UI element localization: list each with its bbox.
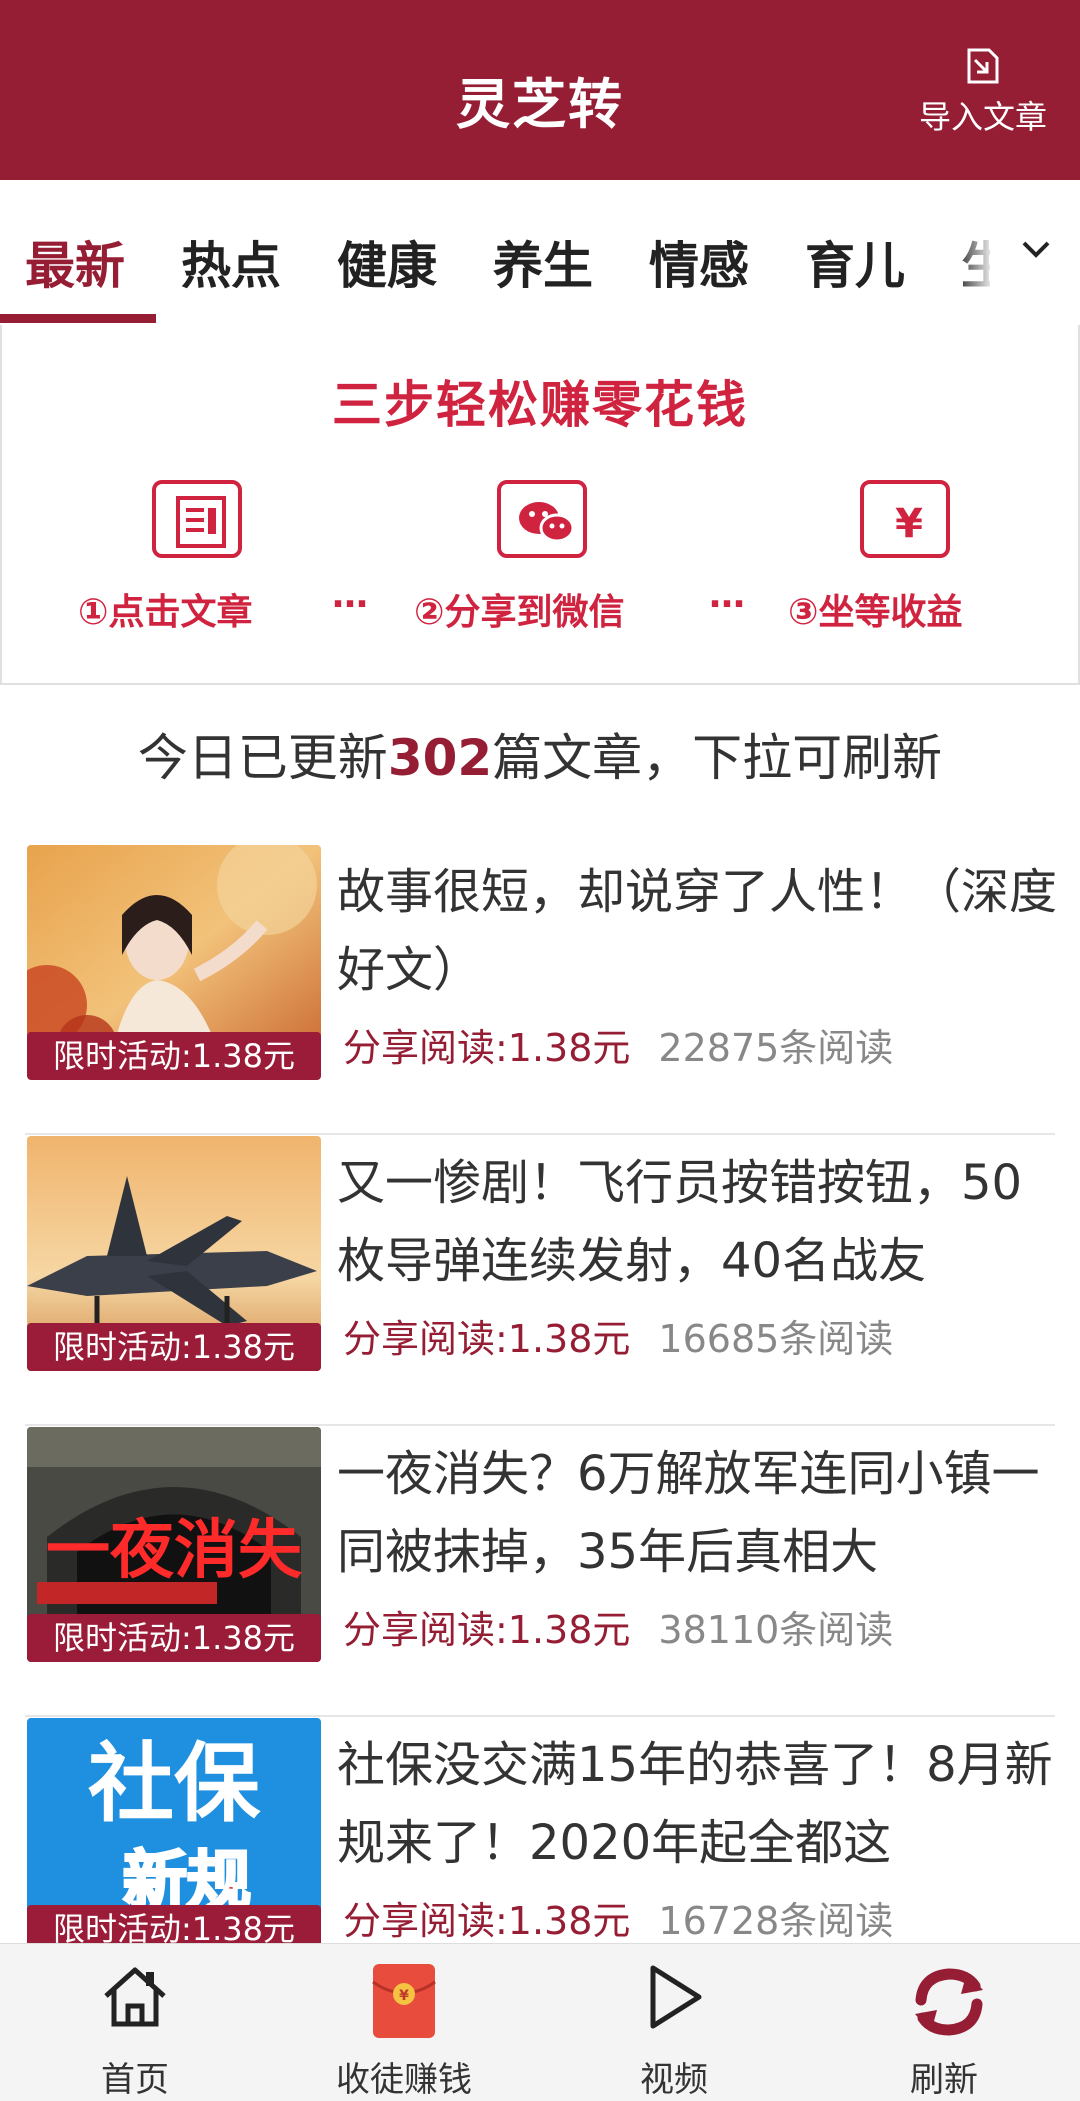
category-tabs: 最新 热点 健康 养生 情感 育儿 生 [0,180,1080,325]
article-thumbnail: 社保 新规 限时活动:1.38元 [27,1718,321,1953]
nav-video-label: 视频 [640,2060,708,2100]
refresh-icon [915,1968,983,2036]
share-reward: 分享阅读:1.38元 [343,1608,631,1652]
tab-fade [955,220,995,290]
nav-recruit-label: 收徒赚钱 [336,2060,472,2100]
nav-home[interactable]: 首页 [35,1944,235,2101]
divider [25,1715,1055,1717]
article-meta: 分享阅读:1.38元 16685条阅读 [343,1308,893,1363]
tab-health[interactable]: 健康 [337,226,437,298]
update-notice: 今日已更新302篇文章，下拉可刷新 [0,718,1080,790]
divider [25,1133,1055,1135]
active-tab-indicator [0,314,156,323]
app-header: 灵芝转 导入文章 [0,0,1080,180]
play-icon [650,1965,702,2029]
share-reward: 分享阅读:1.38元 [343,1317,631,1361]
home-icon [104,1967,166,2027]
thumb-text: 社保 [88,1734,261,1834]
read-count: 16685条阅读 [658,1317,894,1361]
promo-badge: 限时活动:1.38元 [27,1323,321,1371]
article-title: 社保没交满15年的恭喜了！8月新规来了！2020年起全都这 [337,1737,1053,1871]
article-meta: 分享阅读:1.38元 38110条阅读 [343,1599,893,1654]
banner-title: 三步轻松赚零花钱 [332,376,748,434]
article-title: 又一惨剧！飞行员按错按钮，50枚导弹连续发射，40名战友 [337,1155,1023,1289]
tabs-expand-button[interactable] [990,210,1080,295]
article-title: 故事很短，却说穿了人性！（深度好文） [337,864,1057,998]
notice-count: 302 [387,729,493,787]
article-item[interactable]: 限时活动:1.38元 故事很短，却说穿了人性！（深度好文） 分享阅读:1.38元… [0,845,1080,1135]
promo-badge: 限时活动:1.38元 [27,1032,321,1080]
article-title: 一夜消失？6万解放军连同小镇一同被抹掉，35年后真相大 [337,1446,1040,1580]
article-icon [152,480,242,558]
step-separator-2: … [709,575,745,616]
nav-refresh[interactable]: 刷新 [844,1944,1044,2101]
step-separator: … [332,575,368,616]
share-reward: 分享阅读:1.38元 [343,1026,631,1070]
nav-home-label: 首页 [101,2060,169,2100]
svg-text:¥: ¥ [399,1988,409,2004]
step-1-label: ①点击文章 [78,592,253,633]
article-item[interactable]: 限时活动:1.38元 又一惨剧！飞行员按错按钮，50枚导弹连续发射，40名战友 … [0,1136,1080,1426]
yuan-icon: ¥ [860,480,950,558]
article-thumbnail: 限时活动:1.38元 [27,1136,321,1371]
step-2-label: ②分享到微信 [414,592,625,633]
import-article-button[interactable]: 导入文章 [908,44,1058,154]
thumb-text: 一夜消失 [46,1514,303,1588]
import-icon [967,48,999,84]
notice-prefix: 今日已更新 [137,729,388,787]
tab-latest[interactable]: 最新 [25,226,125,298]
wechat-icon [497,480,587,558]
promo-badge: 限时活动:1.38元 [27,1614,321,1662]
earn-guide-banner[interactable]: 三步轻松赚零花钱 ①点击文章 … ②分享到微信 … ¥ ③坐等收益 [0,325,1080,685]
step-3-label: ③坐等收益 [788,592,963,633]
tab-wellness[interactable]: 养生 [493,226,593,298]
read-count: 38110条阅读 [658,1608,894,1652]
nav-refresh-label: 刷新 [910,2060,978,2100]
tab-emotion[interactable]: 情感 [649,226,749,298]
nav-recruit[interactable]: ¥ 收徒赚钱 [304,1944,504,2101]
article-meta: 分享阅读:1.38元 22875条阅读 [343,1017,893,1072]
read-count: 16728条阅读 [658,1899,894,1943]
red-envelope-icon: ¥ [372,1964,436,2038]
bottom-navigation: 首页 ¥ 收徒赚钱 视频 刷新 [0,1943,1080,2101]
share-reward: 分享阅读:1.38元 [343,1899,631,1943]
nav-video[interactable]: 视频 [574,1944,774,2101]
article-item[interactable]: 一夜消失 限时活动:1.38元 一夜消失？6万解放军连同小镇一同被抹掉，35年后… [0,1427,1080,1717]
divider [25,1424,1055,1426]
article-thumbnail: 限时活动:1.38元 [27,845,321,1080]
chevron-down-icon [1022,241,1050,258]
notice-suffix: 篇文章，下拉可刷新 [492,729,943,787]
article-meta: 分享阅读:1.38元 16728条阅读 [343,1890,893,1945]
article-thumbnail: 一夜消失 限时活动:1.38元 [27,1427,321,1662]
tab-parenting[interactable]: 育儿 [805,226,905,298]
import-label: 导入文章 [918,98,1047,136]
tab-hot[interactable]: 热点 [181,226,281,298]
svg-text:¥: ¥ [895,501,923,547]
read-count: 22875条阅读 [658,1026,894,1070]
